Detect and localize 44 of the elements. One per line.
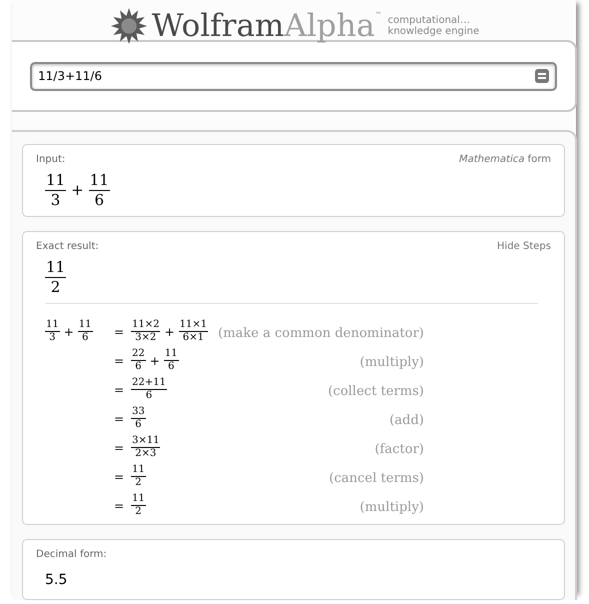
pod-link[interactable]: Mathematica form — [459, 152, 551, 167]
equals-sign: = — [112, 382, 126, 398]
step-reason: (multiply) — [360, 354, 424, 370]
math-operator: + — [64, 324, 74, 340]
step-reason: (make a common denominator) — [218, 326, 424, 340]
step-reason: (multiply) — [360, 500, 424, 514]
math-operator: + — [71, 180, 84, 202]
fraction: 11 3 — [45, 171, 66, 210]
brand-name: Alpha — [284, 8, 375, 44]
equals-sign: = — [112, 352, 126, 370]
equals-sign: = — [112, 324, 126, 340]
step-reason: (collect terms) — [328, 384, 424, 398]
step-reason: (factor) — [374, 442, 424, 456]
tagline: computational… — [388, 15, 470, 26]
fraction: 33 6 — [131, 406, 146, 431]
step-reason: (add) — [389, 412, 424, 428]
equals-sign: = — [112, 498, 126, 514]
fraction: 11 6 — [88, 171, 110, 210]
search-field[interactable]: 11/3+11/6 — [30, 62, 557, 90]
fraction: 11 3 — [45, 319, 60, 344]
equals-sign: = — [112, 410, 126, 428]
fraction: 11 6 — [78, 319, 93, 344]
equals-sign: = — [112, 468, 126, 486]
fraction: 11 6 — [164, 348, 179, 373]
fraction: 11×2 3×2 — [131, 319, 160, 344]
fraction: 3×11 2×3 — [131, 435, 160, 460]
fraction: 11 2 — [131, 464, 146, 489]
equals-icon[interactable] — [535, 68, 549, 82]
pod-title: Exact result: — [36, 240, 99, 254]
fraction: 22 6 — [131, 348, 146, 373]
pod-title: Decimal form: — [36, 548, 107, 562]
fraction: 11 2 — [45, 258, 66, 297]
equals-sign: = — [112, 440, 126, 456]
pod-title: Input: — [36, 153, 66, 167]
pod-link[interactable]: Hide Steps — [497, 239, 551, 254]
fraction: 11 2 — [131, 493, 146, 518]
math-operator: + — [150, 352, 160, 370]
tagline: knowledge engine — [388, 26, 480, 37]
result-value: 5.5 — [45, 571, 68, 590]
math-operator: + — [164, 324, 175, 340]
step-reason: (cancel terms) — [329, 470, 424, 486]
brand-name: Wolfram — [152, 8, 284, 44]
fraction: 11×1 6×1 — [178, 319, 208, 344]
fraction: 22+11 6 — [131, 377, 167, 402]
